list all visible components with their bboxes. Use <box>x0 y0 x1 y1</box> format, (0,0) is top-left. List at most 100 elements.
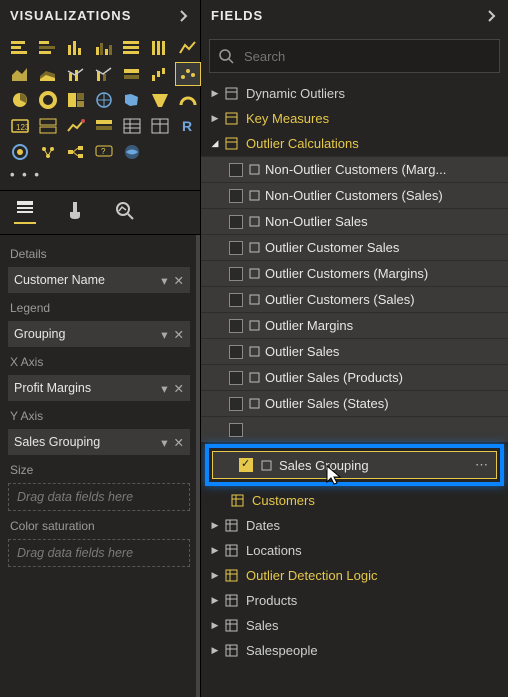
table-dates[interactable]: ▶ Dates <box>201 513 508 538</box>
area-chart-icon[interactable] <box>8 63 32 85</box>
field-outlier-sales[interactable]: Outlier Sales <box>201 338 508 364</box>
filled-map-icon[interactable] <box>120 89 144 111</box>
checkbox[interactable] <box>229 319 243 333</box>
checkbox[interactable] <box>229 293 243 307</box>
table-salespeople[interactable]: ▶ Salespeople <box>201 638 508 663</box>
pie-chart-icon[interactable] <box>8 89 32 111</box>
checkbox[interactable] <box>229 267 243 281</box>
table-outlier-calculations[interactable]: ◢ Outlier Calculations <box>201 131 508 156</box>
kpi-icon[interactable] <box>64 115 88 137</box>
colorsat-well[interactable]: Drag data fields here <box>8 539 190 567</box>
field-outlier-customer-sales[interactable]: Outlier Customer Sales <box>201 234 508 260</box>
expand-icon[interactable]: ▶ <box>211 88 219 99</box>
table-key-measures[interactable]: ▶ Key Measures <box>201 106 508 131</box>
field-outlier-sales-products[interactable]: Outlier Sales (Products) <box>201 364 508 390</box>
chevron-down-icon[interactable]: ▾ <box>161 381 167 396</box>
line-chart-icon[interactable] <box>176 37 200 59</box>
size-well[interactable]: Drag data fields here <box>8 483 190 511</box>
r-visual-icon[interactable]: R <box>176 115 200 137</box>
arcgis-map-icon[interactable] <box>120 141 144 163</box>
field-non-outlier-customers-sales[interactable]: Non-Outlier Customers (Sales) <box>201 182 508 208</box>
scatter-chart-icon[interactable] <box>176 63 200 85</box>
expand-icon[interactable]: ▶ <box>211 645 219 656</box>
fields-header[interactable]: FIELDS <box>201 0 508 33</box>
search-input[interactable] <box>209 39 500 73</box>
chevron-down-icon[interactable]: ▾ <box>161 327 167 342</box>
table-locations[interactable]: ▶ Locations <box>201 538 508 563</box>
hundred-stacked-column-icon[interactable] <box>148 37 172 59</box>
treemap-icon[interactable] <box>64 89 88 111</box>
yaxis-well[interactable]: Sales Grouping ▾✕ <box>8 429 190 455</box>
checkbox[interactable] <box>229 189 243 203</box>
checkbox[interactable] <box>229 163 243 177</box>
checkbox-checked[interactable] <box>239 458 253 472</box>
field-non-outlier-sales[interactable]: Non-Outlier Sales <box>201 208 508 234</box>
chevron-down-icon[interactable]: ▾ <box>161 273 167 288</box>
python-visual-icon[interactable] <box>8 141 32 163</box>
line-clustered-column-icon[interactable] <box>64 63 88 85</box>
visuals-more-icon[interactable]: • • • <box>0 167 200 190</box>
map-icon[interactable] <box>92 89 116 111</box>
search-field[interactable] <box>242 48 491 65</box>
field-more-icon[interactable]: ⋯ <box>475 457 488 473</box>
table-customers-partial[interactable]: Customers <box>201 488 508 513</box>
remove-field-icon[interactable]: ✕ <box>174 381 184 396</box>
chevron-right-icon[interactable] <box>486 10 498 22</box>
clustered-bar-icon[interactable] <box>36 37 60 59</box>
remove-field-icon[interactable]: ✕ <box>174 273 184 288</box>
field-partial-hidden[interactable] <box>201 416 508 442</box>
table-icon[interactable] <box>120 115 144 137</box>
stacked-column-icon[interactable] <box>64 37 88 59</box>
matrix-icon[interactable] <box>148 115 172 137</box>
stacked-bar-icon[interactable] <box>8 37 32 59</box>
gauge-icon[interactable] <box>176 89 200 111</box>
waterfall-icon[interactable] <box>148 63 172 85</box>
checkbox[interactable] <box>229 397 243 411</box>
fields-tab-icon[interactable] <box>14 197 36 224</box>
chevron-right-icon[interactable] <box>178 10 190 22</box>
checkbox[interactable] <box>229 215 243 229</box>
visualizations-header[interactable]: VISUALIZATIONS <box>0 0 200 33</box>
donut-chart-icon[interactable] <box>36 89 60 111</box>
expand-icon[interactable]: ▶ <box>211 520 219 531</box>
table-dynamic-outliers[interactable]: ▶ Dynamic Outliers <box>201 81 508 106</box>
legend-well[interactable]: Grouping ▾✕ <box>8 321 190 347</box>
field-sales-grouping[interactable]: Sales Grouping ⋯ <box>212 451 497 479</box>
decomposition-tree-icon[interactable] <box>64 141 88 163</box>
stacked-area-icon[interactable] <box>36 63 60 85</box>
details-well[interactable]: Customer Name ▾✕ <box>8 267 190 293</box>
collapse-icon[interactable]: ◢ <box>211 138 219 149</box>
field-outlier-customers-sales[interactable]: Outlier Customers (Sales) <box>201 286 508 312</box>
expand-icon[interactable]: ▶ <box>211 620 219 631</box>
slicer-icon[interactable] <box>92 115 116 137</box>
qa-visual-icon[interactable]: ? <box>92 141 116 163</box>
field-outlier-margins[interactable]: Outlier Margins <box>201 312 508 338</box>
clustered-column-icon[interactable] <box>92 37 116 59</box>
checkbox[interactable] <box>229 241 243 255</box>
multi-row-card-icon[interactable] <box>36 115 60 137</box>
checkbox[interactable] <box>229 345 243 359</box>
checkbox[interactable] <box>229 371 243 385</box>
expand-icon[interactable]: ▶ <box>211 113 219 124</box>
format-tab-icon[interactable] <box>64 200 86 222</box>
table-outlier-detection-logic[interactable]: ▶ Outlier Detection Logic <box>201 563 508 588</box>
hundred-stacked-bar-icon[interactable] <box>120 37 144 59</box>
analytics-tab-icon[interactable] <box>114 200 136 222</box>
expand-icon[interactable]: ▶ <box>211 545 219 556</box>
remove-field-icon[interactable]: ✕ <box>174 435 184 450</box>
checkbox[interactable] <box>229 423 243 437</box>
remove-field-icon[interactable]: ✕ <box>174 327 184 342</box>
expand-icon[interactable]: ▶ <box>211 595 219 606</box>
chevron-down-icon[interactable]: ▾ <box>161 435 167 450</box>
table-products[interactable]: ▶ Products <box>201 588 508 613</box>
funnel-icon[interactable] <box>148 89 172 111</box>
xaxis-well[interactable]: Profit Margins ▾✕ <box>8 375 190 401</box>
field-outlier-customers-margins[interactable]: Outlier Customers (Margins) <box>201 260 508 286</box>
ribbon-chart-icon[interactable] <box>120 63 144 85</box>
table-sales[interactable]: ▶ Sales <box>201 613 508 638</box>
card-icon[interactable]: 123 <box>8 115 32 137</box>
field-non-outlier-customers-marg[interactable]: Non-Outlier Customers (Marg... <box>201 156 508 182</box>
expand-icon[interactable]: ▶ <box>211 570 219 581</box>
key-influencers-icon[interactable] <box>36 141 60 163</box>
field-outlier-sales-states[interactable]: Outlier Sales (States) <box>201 390 508 416</box>
